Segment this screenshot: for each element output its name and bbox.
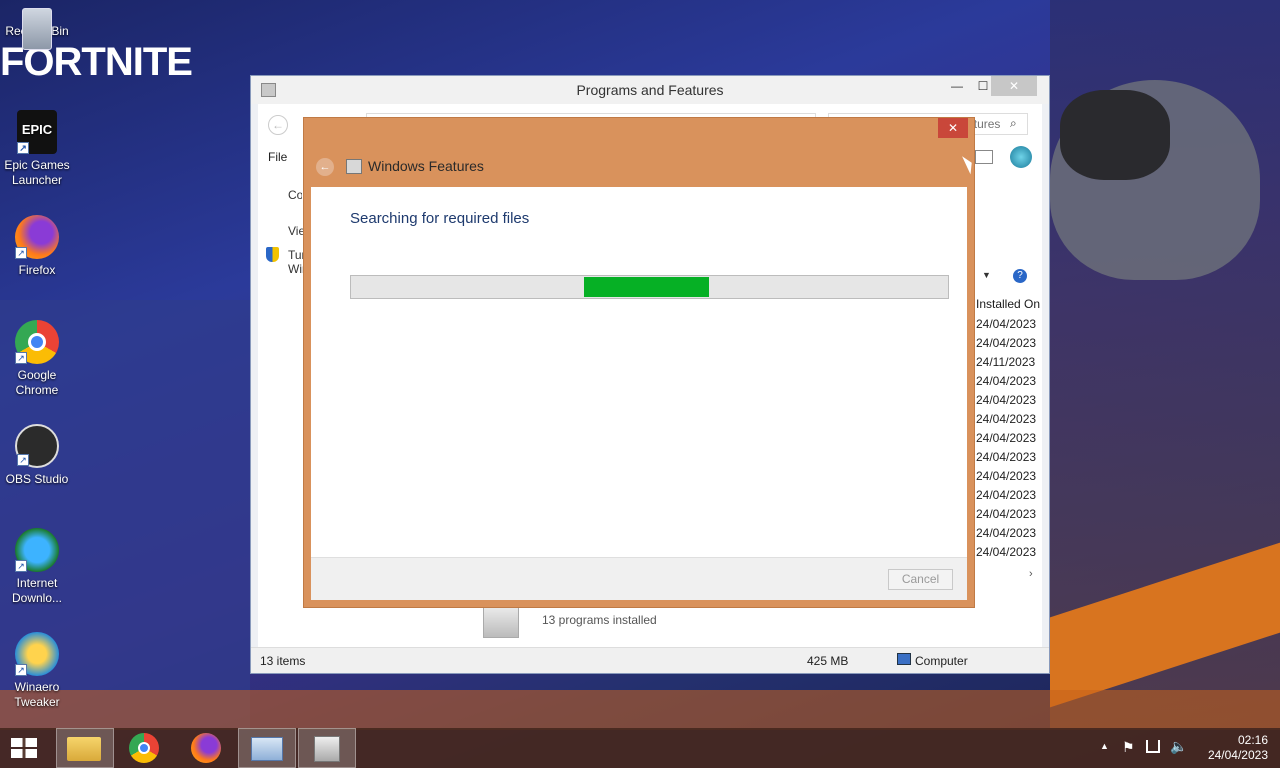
installed-date-cell[interactable]: 24/11/2023 — [976, 353, 1038, 372]
dialog-content: Searching for required files Cancel — [311, 187, 967, 600]
shortcut-arrow-icon: ↗ — [17, 454, 29, 466]
desktop-icon-recycle-bin[interactable]: Recycle Bin — [4, 8, 70, 50]
desktop-icon-label: Winaero Tweaker — [14, 680, 60, 709]
desktop-icon-epic-games[interactable]: EPIC ↗ Epic Games Launcher — [4, 110, 70, 188]
status-message: Searching for required files — [350, 210, 530, 227]
installed-date-cell[interactable]: 24/04/2023 — [976, 524, 1038, 543]
status-location: Computer — [915, 654, 968, 668]
taskbar-file-explorer[interactable] — [56, 728, 114, 768]
taskbar-firefox[interactable] — [178, 728, 236, 768]
taskbar: ▲ ⚑ 🔈 02:16 24/04/2023 — [0, 728, 1280, 768]
shortcut-arrow-icon: ↗ — [15, 664, 27, 676]
minimize-button[interactable]: — — [943, 76, 971, 96]
desktop-icon-obs[interactable]: ↗ OBS Studio — [4, 424, 70, 487]
installed-date-cell[interactable]: 24/04/2023 — [976, 505, 1038, 524]
dialog-close-button[interactable]: ✕ — [938, 118, 968, 138]
desktop-icon-label: OBS Studio — [5, 472, 69, 486]
desktop-icon-label: Internet Downlo... — [11, 576, 63, 605]
close-button[interactable]: ✕ — [991, 76, 1037, 96]
status-size: 425 MB — [807, 654, 849, 668]
epic-games-icon: EPIC ↗ — [17, 110, 57, 154]
search-icon[interactable]: ⌕ — [1010, 116, 1017, 131]
installed-date-cell[interactable]: 24/04/2023 — [976, 391, 1038, 410]
computer-icon — [897, 653, 911, 665]
volume-icon[interactable]: 🔈 — [1170, 738, 1187, 755]
shortcut-arrow-icon: ↗ — [17, 142, 29, 154]
status-item-count: 13 items — [260, 654, 306, 668]
start-button[interactable] — [0, 728, 58, 768]
desktop-icon-winaero[interactable]: ↗ Winaero Tweaker — [4, 632, 70, 710]
shortcut-arrow-icon: ↗ — [15, 352, 27, 364]
clock-date: 24/04/2023 — [1207, 748, 1268, 762]
system-tray: ▲ ⚑ 🔈 — [1096, 728, 1196, 768]
windows-features-dialog: ✕ ← Windows Features Searching for requi… — [303, 117, 975, 608]
control-panel-icon — [251, 737, 283, 761]
desktop-icon-firefox[interactable]: ↗ Firefox — [4, 215, 70, 278]
column-header-installed-on[interactable]: Installed On — [976, 297, 1040, 311]
sidebar-item-view-updates[interactable]: View installed updates — [288, 224, 304, 238]
desktop-icon-label: Epic Games Launcher — [4, 158, 70, 187]
menu-file[interactable]: File — [268, 150, 287, 164]
action-center-flag-icon[interactable]: ⚑ — [1122, 739, 1135, 756]
shortcut-arrow-icon: ↗ — [15, 560, 27, 572]
help-icon[interactable]: ? — [1013, 269, 1027, 283]
windows-features-icon — [346, 159, 362, 174]
window-titlebar[interactable]: Programs and Features — ☐ ✕ — [251, 76, 1049, 104]
folder-icon — [67, 737, 101, 761]
firefox-icon — [191, 733, 221, 763]
obs-icon: ↗ — [15, 424, 59, 468]
installed-date-cell[interactable]: 24/04/2023 — [976, 429, 1038, 448]
desktop-icon-chrome[interactable]: ↗ Google Chrome — [4, 320, 70, 398]
chrome-icon: ↗ — [15, 320, 59, 364]
back-nav-button[interactable]: ← — [268, 115, 288, 135]
installed-date-cell[interactable]: 24/04/2023 — [976, 448, 1038, 467]
windows-logo-icon — [11, 738, 37, 758]
desktop-icon-label: Google Chrome — [15, 368, 59, 397]
window-title: Programs and Features — [576, 82, 724, 98]
installed-date-cell[interactable]: 24/04/2023 — [976, 467, 1038, 486]
internet-download-manager-icon: ↗ — [15, 528, 59, 572]
dialog-back-icon[interactable]: ← — [316, 158, 334, 176]
taskbar-control-panel[interactable] — [238, 728, 296, 768]
installed-date-cell[interactable]: 24/04/2023 — [976, 486, 1038, 505]
programs-summary-icon — [483, 604, 519, 638]
taskbar-programs-features[interactable] — [298, 728, 356, 768]
progress-bar — [350, 275, 949, 299]
dialog-footer: Cancel — [311, 557, 967, 600]
taskbar-chrome[interactable] — [116, 728, 174, 768]
installed-dates-column: 24/04/2023 24/04/2023 24/11/2023 24/04/2023… — [976, 315, 1038, 562]
programs-summary-text: 13 programs installed — [542, 613, 657, 627]
sidebar-item-windows-features[interactable]: Turn Windows features on or off — [288, 248, 304, 278]
firefox-icon: ↗ — [15, 215, 59, 259]
desktop-icon-internet-download[interactable]: ↗ Internet Downlo... — [4, 528, 70, 606]
desktop-icon-label: Firefox — [18, 263, 56, 277]
dialog-title: Windows Features — [368, 158, 484, 174]
installed-date-cell[interactable]: 24/04/2023 — [976, 315, 1038, 334]
installed-date-cell[interactable]: 24/04/2023 — [976, 543, 1038, 562]
shield-icon — [266, 247, 279, 262]
programs-features-icon — [314, 736, 340, 762]
clock-time: 02:16 — [1237, 733, 1268, 747]
winaero-tweaker-icon: ↗ — [15, 632, 59, 676]
window-app-icon — [261, 83, 276, 97]
scroll-right-arrow[interactable]: › — [1029, 568, 1033, 580]
chrome-icon — [129, 733, 159, 763]
shortcut-arrow-icon: ↗ — [15, 247, 27, 259]
show-hidden-icons-icon[interactable]: ▲ — [1100, 741, 1109, 751]
status-bar: 13 items 425 MB Computer — [251, 647, 1049, 673]
progress-fill — [583, 277, 710, 297]
taskbar-clock[interactable]: 02:16 24/04/2023 — [1208, 733, 1268, 763]
cancel-button[interactable]: Cancel — [888, 569, 953, 590]
dropdown-chevron-icon[interactable]: ▼ — [982, 270, 991, 280]
installed-date-cell[interactable]: 24/04/2023 — [976, 372, 1038, 391]
installed-date-cell[interactable]: 24/04/2023 — [976, 410, 1038, 429]
view-options-icon[interactable] — [975, 150, 993, 164]
installed-date-cell[interactable]: 24/04/2023 — [976, 334, 1038, 353]
sidebar-item-control-panel-home[interactable]: Control Panel Home — [288, 188, 302, 202]
network-icon[interactable] — [1146, 740, 1160, 753]
help-globe-icon[interactable] — [1010, 146, 1032, 168]
recycle-bin-icon — [22, 8, 52, 50]
